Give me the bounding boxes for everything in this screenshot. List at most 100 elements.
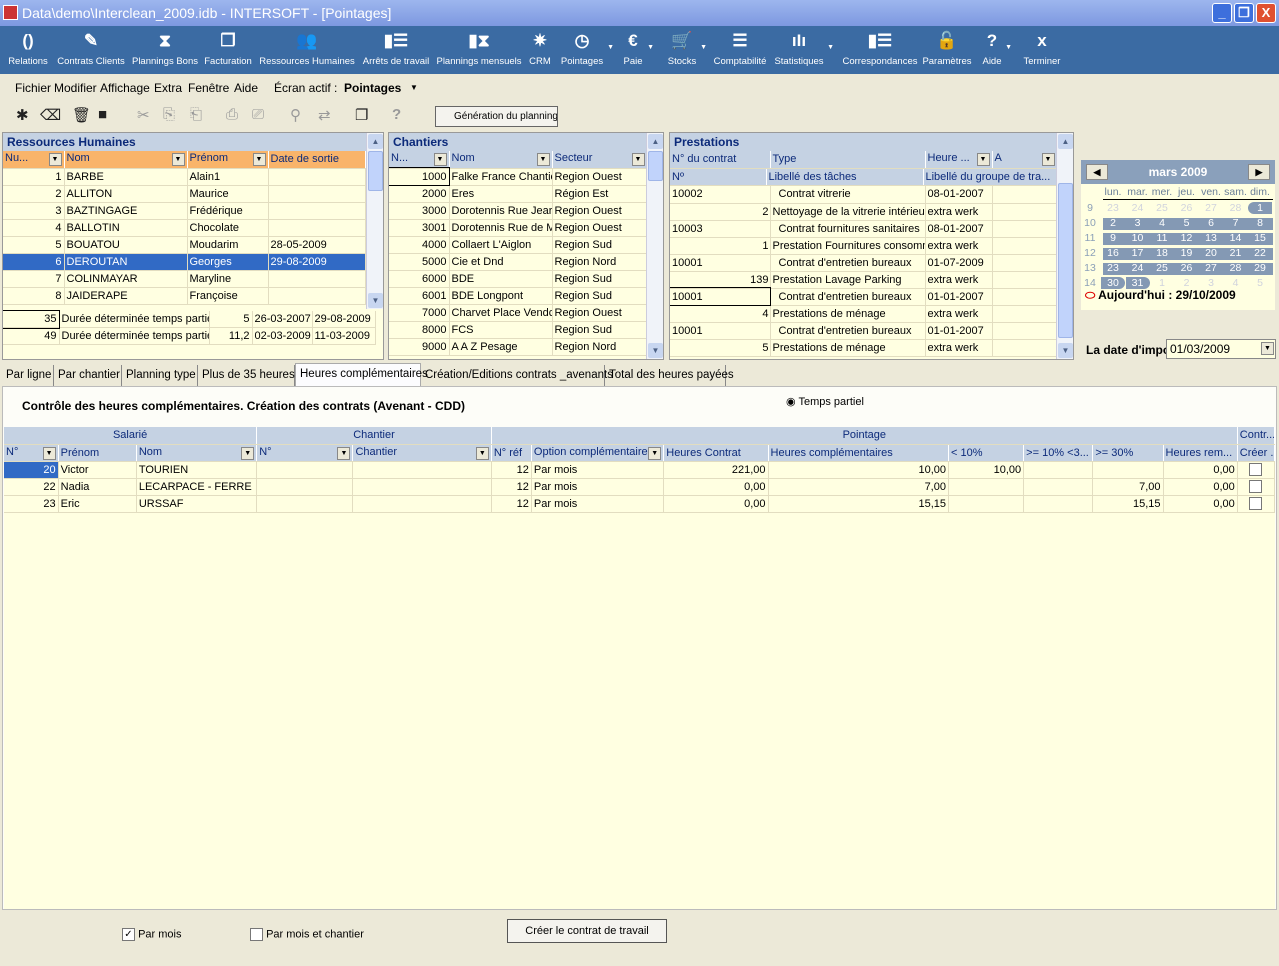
toolbar-ressources-humaines[interactable]: 👥 Ressources Humaines (258, 26, 356, 74)
toolbar-relations[interactable]: () Relations (5, 26, 51, 74)
create-checkbox-cell[interactable] (1237, 461, 1276, 479)
table-row[interactable]: 1 BARBE Alain1 (3, 168, 366, 186)
calendar-day[interactable]: 3 (1199, 277, 1223, 289)
table-row[interactable]: 10001 Contrat d'entretien bureaux 01-07-20… (670, 254, 1058, 272)
calendar-day[interactable]: 25 (1150, 262, 1174, 274)
contract-row[interactable]: 35 Durée déterminée temps partie 5 26-03-20… (3, 309, 376, 329)
chevron-down-icon[interactable]: ▼ (42, 446, 56, 460)
copy-icon[interactable]: ⎘ (163, 106, 175, 123)
prev-month-button[interactable]: ◀ (1086, 164, 1108, 180)
table-row[interactable]: 7 COLINMAYAR Maryline (3, 270, 366, 288)
tab-par-chantier[interactable]: Par chantier (54, 365, 122, 386)
table-row[interactable]: 10003 Contrat fournitures sanitaires 08-01… (670, 220, 1058, 238)
calendar-day[interactable]: 20 (1199, 247, 1223, 259)
tab-planning-type[interactable]: Planning type (122, 365, 198, 386)
column-header-type[interactable]: Type (770, 151, 926, 169)
chevron-down-icon[interactable]: ▼ (648, 446, 662, 460)
column-header-nom[interactable]: Nom ▼ (449, 151, 553, 169)
table-row[interactable]: 5 BOUATOU Moudarim 28-05-2009 (3, 236, 366, 254)
next-month-button[interactable]: ▶ (1248, 164, 1270, 180)
new-icon[interactable]: ✱ (16, 106, 29, 124)
par-mois-chantier-checkbox[interactable]: Par mois et chantier (250, 928, 364, 941)
calendar-day[interactable]: 28 (1224, 262, 1248, 274)
checkbox-box[interactable] (250, 928, 263, 941)
copy-doc-icon[interactable]: ❐ (355, 106, 368, 124)
column-header-heure[interactable]: Heure ... ▼ (925, 151, 993, 169)
print-icon[interactable]: ⎙ (226, 106, 238, 123)
column-header[interactable]: N° ▼ (4, 444, 59, 462)
calendar-day[interactable]: 6 (1199, 217, 1223, 229)
calendar-day[interactable]: 1 (1150, 277, 1174, 289)
calendar-day[interactable]: 31 (1125, 277, 1150, 289)
table-row[interactable]: 1000 Falke France Chantie Region Ouest (389, 167, 648, 186)
calendar-day[interactable]: 9 (1101, 232, 1125, 244)
column-header-libelle[interactable]: Libellé des tâches (766, 168, 924, 186)
paste-icon[interactable]: ⎗ (190, 106, 202, 123)
toolbar-terminer[interactable]: x Terminer (1022, 26, 1062, 74)
calendar-day[interactable]: 19 (1175, 247, 1199, 259)
create-checkbox[interactable] (1249, 480, 1263, 493)
create-checkbox-cell[interactable] (1237, 495, 1276, 513)
table-row[interactable]: 5000 Cie et Dnd Region Nord (389, 253, 648, 271)
table-row[interactable]: 2 ALLITON Maurice (3, 185, 366, 203)
column-header[interactable]: < 10% (948, 444, 1025, 462)
column-header-num[interactable]: Nu... ▼ (3, 151, 65, 169)
chevron-down-icon[interactable]: ▼ (410, 76, 418, 100)
column-header-a[interactable]: A ▼ (992, 151, 1058, 169)
table-row[interactable]: 3000 Dorotennis Rue Jear Region Ouest (389, 202, 648, 220)
column-header[interactable]: Option complémentaire ▼ (531, 444, 665, 462)
calendar-day[interactable]: 26 (1175, 202, 1199, 214)
create-contract-button[interactable]: Créer le contrat de travail (507, 919, 667, 943)
calendar-day[interactable]: 16 (1101, 247, 1125, 259)
menu-fichier[interactable]: Fichier (15, 76, 51, 100)
calendar-day[interactable]: 18 (1150, 247, 1174, 259)
toolbar-paie[interactable]: € Paie ▼ (620, 26, 654, 74)
column-header-no[interactable]: Nº (670, 168, 767, 186)
table-row[interactable]: 5 Prestations de ménage extra werk (670, 339, 1058, 357)
column-header[interactable]: >= 10% <3... (1023, 444, 1094, 462)
table-row[interactable]: 4 BALLOTIN Chocolate (3, 219, 366, 237)
column-header[interactable]: Heures Contrat (663, 444, 769, 462)
calendar-day[interactable]: 7 (1224, 217, 1248, 229)
column-header-date-sortie[interactable]: Date de sortie (268, 151, 366, 169)
toolbar-contrats-clients[interactable]: ✎ Contrats Clients (55, 26, 127, 74)
toolbar-param-tres[interactable]: 🔓 Paramètres (922, 26, 972, 74)
table-row[interactable]: 10001 Contrat d'entretien bureaux 01-01-20… (670, 287, 1058, 306)
calendar-day[interactable]: 28 (1224, 202, 1248, 214)
table-row[interactable]: 10002 Contrat vitrerie 08-01-2007 (670, 186, 1058, 204)
menu-extra[interactable]: Extra (154, 76, 182, 100)
replace-icon[interactable]: ⇄ (318, 106, 331, 124)
menu-aide[interactable]: Aide (234, 76, 258, 100)
column-header[interactable]: Prénom (58, 444, 137, 462)
minimize-button[interactable]: _ (1212, 3, 1232, 23)
toolbar-pointages[interactable]: ◷ Pointages ▼ (558, 26, 614, 74)
table-row[interactable]: 2000 Eres Région Est (389, 185, 648, 203)
calendar-day[interactable]: 23 (1101, 202, 1125, 214)
help-icon[interactable]: ? (392, 106, 401, 123)
calendar-day[interactable]: 25 (1150, 202, 1174, 214)
eraser-icon[interactable]: ⌫ (40, 106, 61, 124)
dropdown-arrow-icon[interactable]: ▼ (647, 44, 654, 51)
column-header[interactable]: >= 30% (1092, 444, 1164, 462)
temps-partiel-radio[interactable]: ◉ Temps partiel (786, 395, 864, 408)
table-row[interactable]: 4 Prestations de ménage extra werk (670, 305, 1058, 323)
save-icon[interactable]: ■ (98, 106, 107, 123)
calendar-day[interactable]: 4 (1150, 217, 1174, 229)
calendar-day[interactable]: 5 (1248, 277, 1272, 289)
chantiers-scrollbar[interactable]: ▲ ▼ (646, 133, 663, 359)
close-button[interactable]: X (1256, 3, 1276, 23)
tab-par-ligne[interactable]: Par ligne (2, 365, 54, 386)
table-row[interactable]: 9000 A A Z Pesage Region Nord (389, 338, 648, 356)
toolbar-comptabilit-[interactable]: ☰ Comptabilité (712, 26, 768, 74)
dropdown-arrow-icon[interactable]: ▼ (700, 44, 707, 51)
toolbar-stocks[interactable]: 🛒 Stocks ▼ (665, 26, 707, 74)
calendar-day[interactable]: 11 (1150, 232, 1174, 244)
delete-icon[interactable]: 🗑 (72, 106, 91, 124)
create-checkbox-cell[interactable] (1237, 478, 1276, 496)
table-row[interactable]: 10001 Contrat d'entretien bureaux 01-01-20… (670, 322, 1058, 340)
table-row[interactable]: 8 JAIDERAPE Françoise (3, 287, 366, 305)
calendar-day[interactable]: 15 (1248, 232, 1272, 244)
column-header-num[interactable]: N... ▼ (389, 151, 450, 169)
column-header[interactable]: Créer ... (1237, 444, 1276, 462)
date-select[interactable]: 01/03/2009 ▼ (1166, 339, 1276, 359)
